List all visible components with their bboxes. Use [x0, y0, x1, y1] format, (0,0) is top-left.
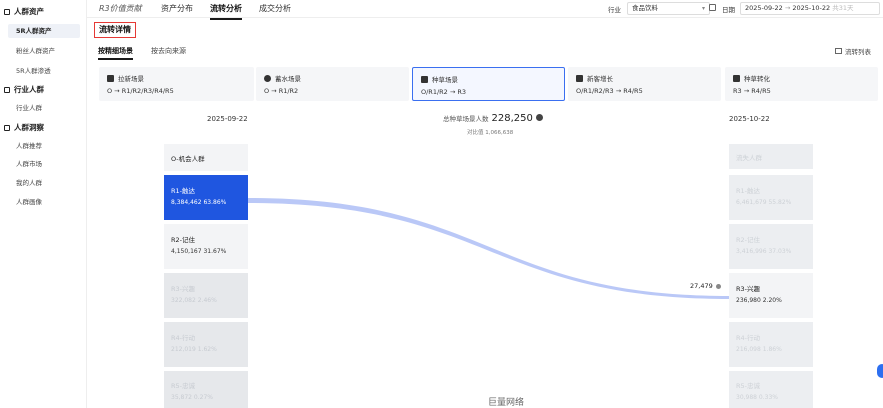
water-drop-icon — [264, 74, 271, 82]
chevron-down-icon: ▾ — [701, 5, 705, 12]
sidebar-item-5r-penetration[interactable]: 5R人群渗透 — [16, 65, 51, 75]
date-start: 2025-09-22 — [745, 4, 783, 12]
card-acquisition[interactable]: 拉新场景 O → R1/R2/R3/R4/R5 — [99, 67, 254, 101]
date-end: 2025-10-22 — [792, 4, 831, 12]
insight-icon — [4, 124, 10, 131]
people-icon — [4, 8, 10, 15]
flow-list-button[interactable]: 流转列表 — [835, 46, 871, 56]
total-value: 228,250 — [491, 113, 533, 124]
industry-label: 行业 — [608, 6, 621, 14]
left-node-opportunity[interactable]: O-机会人群 — [164, 144, 248, 171]
left-node-r3[interactable]: R3-兴趣 322,082 2.46% — [164, 273, 248, 318]
flow-ribbon-r1-to-r3 — [248, 198, 729, 299]
dot-icon — [715, 283, 721, 289]
left-date: 2025-09-22 — [207, 115, 248, 123]
sidebar-item-market[interactable]: 人群市场 — [16, 158, 42, 168]
sidebar-item-fan-assets[interactable]: 粉丝人群资产 — [16, 45, 55, 55]
sidebar: 人群资产 5R人群资产 粉丝人群资产 5R人群渗透 行业人群 行业人群 人群洞察… — [0, 0, 87, 408]
card-seeding[interactable]: 种草场景 O/R1/R2 → R3 — [412, 67, 565, 101]
info-icon[interactable] — [535, 114, 543, 121]
sidebar-item-my-people[interactable]: 我的人群 — [16, 177, 42, 187]
right-node-r5[interactable]: R5-忠诚 30,988 0.33% — [729, 371, 813, 408]
growth-icon — [576, 74, 583, 82]
date-span: 共31天 — [832, 4, 854, 12]
tab-deal-analysis[interactable]: 成交分析 — [259, 3, 291, 14]
industry-icon — [4, 86, 10, 93]
right-node-r1[interactable]: R1-触达 6,461,679 55.82% — [729, 175, 813, 220]
sidebar-group-people-assets[interactable]: 人群资产 — [4, 6, 44, 17]
tab-asset-distribution[interactable]: 资产分布 — [161, 3, 193, 14]
top-bar: R3价值贡献 资产分布 流转分析 成交分析 行业 食品饮料 ▾ 日期 2025-… — [87, 0, 883, 20]
conversion-icon — [733, 74, 740, 82]
card-new-customer[interactable]: 新客增长 O/R1/R2/R3 → R4/R5 — [568, 67, 721, 101]
sidebar-group-industry[interactable]: 行业人群 — [4, 84, 44, 95]
sidebar-item-industry[interactable]: 行业人群 — [16, 102, 42, 112]
watermark: 巨量网络 — [488, 398, 525, 408]
app-root: 人群资产 5R人群资产 粉丝人群资产 5R人群渗透 行业人群 行业人群 人群洞察… — [0, 0, 883, 408]
total-summary: 总种草场景人数 228,250 — [443, 113, 543, 124]
sprout-icon — [421, 75, 428, 83]
date-range-picker[interactable]: 2025-09-22 → 2025-10-22 共31天 — [740, 2, 880, 15]
section-title: 流转详情 — [94, 22, 136, 38]
date-label: 日期 — [722, 6, 735, 14]
list-icon — [835, 48, 842, 54]
flow-link-value: 27,479 — [690, 282, 721, 290]
left-node-r5[interactable]: R5-忠诚 35,872 0.27% — [164, 371, 248, 408]
right-date: 2025-10-22 — [729, 115, 770, 123]
card-conversion[interactable]: 种草转化 R3 → R4/R5 — [725, 67, 878, 101]
right-node-r2[interactable]: R2-记住 3,416,996 37.03% — [729, 224, 813, 269]
date-separator: → — [784, 4, 791, 12]
sidebar-item-recommend[interactable]: 人群推荐 — [16, 140, 42, 150]
calendar-icon[interactable] — [709, 4, 716, 11]
right-node-r3[interactable]: R3-兴趣 236,980 2.20% — [729, 273, 813, 318]
right-node-lost[interactable]: 流失人群 — [729, 144, 813, 169]
left-node-r4[interactable]: R4-行动 212,019 1.62% — [164, 322, 248, 367]
left-node-r1[interactable]: R1-触达 8,384,462 63.86% — [164, 175, 248, 220]
industry-select[interactable]: 食品饮料 ▾ — [627, 2, 710, 15]
card-reservoir[interactable]: 蓄水场景 O → R1/R2 — [256, 67, 409, 101]
sidebar-item-portrait[interactable]: 人群画像 — [16, 196, 42, 206]
compare-summary: 对比值 1,066,638 — [467, 130, 514, 136]
tab-r3-value[interactable]: R3价值贡献 — [99, 3, 142, 14]
floating-helper-button[interactable] — [877, 364, 883, 378]
sidebar-group-insight[interactable]: 人群洞察 — [4, 122, 44, 133]
right-node-r4[interactable]: R4-行动 216,098 1.86% — [729, 322, 813, 367]
tab-flow-analysis[interactable]: 流转分析 — [210, 3, 242, 20]
sidebar-item-5r-assets[interactable]: 5R人群资产 — [8, 24, 80, 38]
magnet-icon — [107, 74, 114, 82]
subtab-source-destination[interactable]: 按去向来源 — [151, 46, 186, 56]
subtab-fine-scene[interactable]: 按精细场景 — [98, 46, 133, 60]
left-node-r2[interactable]: R2-记住 4,150,167 31.67% — [164, 224, 248, 269]
